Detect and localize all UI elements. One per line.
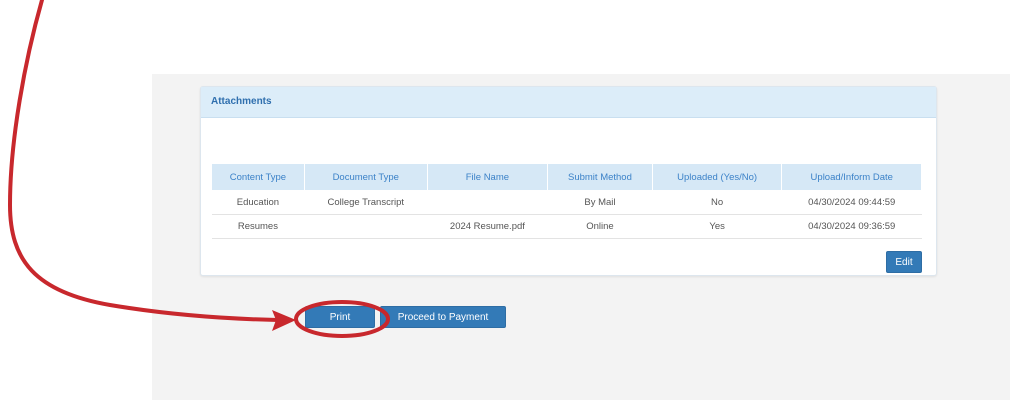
column-header-submit-method: Submit Method bbox=[547, 163, 653, 191]
table-header-row: Content Type Document Type File Name Sub… bbox=[211, 163, 922, 191]
column-header-file-name: File Name bbox=[426, 163, 549, 191]
edit-button[interactable]: Edit bbox=[886, 251, 922, 273]
attachments-heading: Attachments bbox=[201, 87, 936, 118]
cell-document-type bbox=[304, 214, 428, 239]
cell-file-name bbox=[427, 190, 548, 215]
cell-upload-date: 04/30/2024 09:36:59 bbox=[781, 214, 922, 239]
cell-file-name: 2024 Resume.pdf bbox=[427, 214, 548, 239]
column-header-document-type: Document Type bbox=[303, 163, 428, 191]
cell-content-type: Education bbox=[211, 190, 305, 215]
proceed-to-payment-button[interactable]: Proceed to Payment bbox=[380, 306, 506, 328]
table-row: Resumes 2024 Resume.pdf Online Yes 04/30… bbox=[211, 214, 922, 239]
cell-content-type: Resumes bbox=[211, 214, 305, 239]
cell-uploaded: No bbox=[652, 190, 782, 215]
column-header-uploaded: Uploaded (Yes/No) bbox=[651, 163, 783, 191]
print-button[interactable]: Print bbox=[305, 306, 375, 328]
cell-upload-date: 04/30/2024 09:44:59 bbox=[781, 190, 922, 215]
column-header-upload-date: Upload/Inform Date bbox=[781, 163, 922, 191]
column-header-content-type: Content Type bbox=[211, 163, 305, 191]
attachments-table: Content Type Document Type File Name Sub… bbox=[211, 163, 922, 239]
screenshot-area: Attachments Content Type Document Type F… bbox=[152, 74, 1010, 400]
cell-document-type: College Transcript bbox=[304, 190, 428, 215]
table-row: Education College Transcript By Mail No … bbox=[211, 190, 922, 215]
cell-submit-method: Online bbox=[547, 214, 653, 239]
cell-submit-method: By Mail bbox=[547, 190, 653, 215]
cell-uploaded: Yes bbox=[652, 214, 782, 239]
attachments-panel: Attachments Content Type Document Type F… bbox=[200, 86, 937, 276]
